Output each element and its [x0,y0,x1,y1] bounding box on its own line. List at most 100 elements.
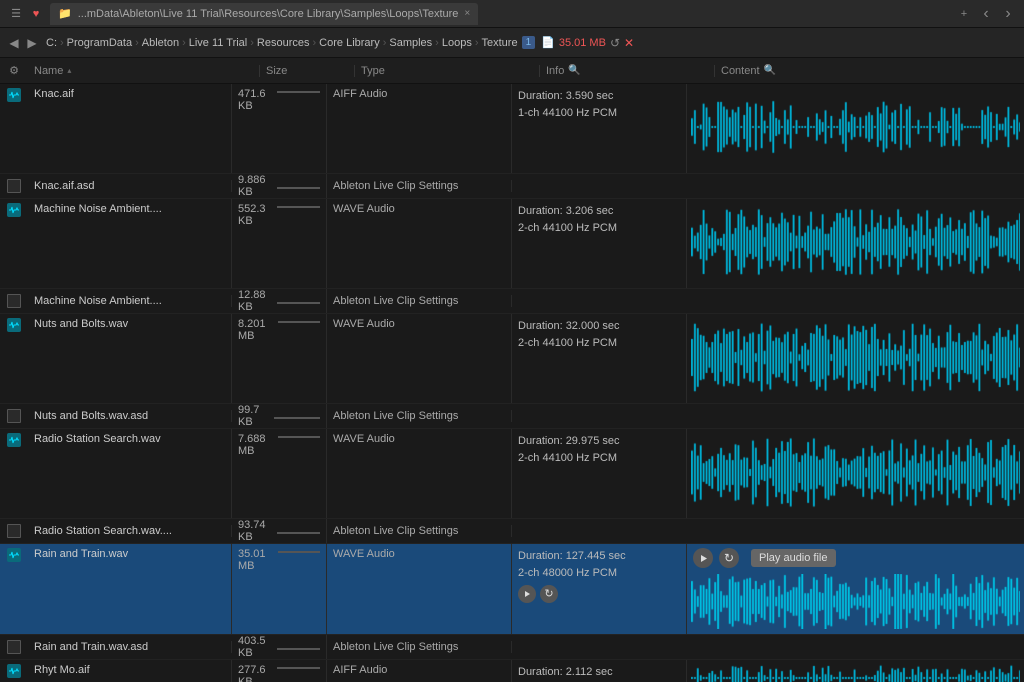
file-type: Ableton Live Clip Settings [327,525,512,537]
file-content [687,429,1024,518]
file-name: Radio Station Search.wav.... [28,525,232,537]
file-size: 12.88 KB [232,289,327,313]
menu-icon[interactable]: ☰ [8,6,24,22]
nav-back-icon[interactable]: ‹ [978,6,994,22]
table-row[interactable]: Knac.aif.asd9.886 KBAbleton Live Clip Se… [0,174,1024,199]
bc-resources[interactable]: Resources [257,37,310,49]
file-name: Knac.aif [28,84,232,173]
bc-samples[interactable]: Samples [389,37,432,49]
name-column-header[interactable]: Name ▴ [28,65,260,77]
size-icon: 📄 [541,36,555,49]
file-info: Duration: 127.445 sec2-ch 48000 Hz PCM↻ [512,544,687,634]
file-info: Duration: 3.590 sec1-ch 44100 Hz PCM [512,84,687,173]
item-count: 1 [522,36,536,49]
size-column-header[interactable]: Size [260,65,355,77]
content-column-header[interactable]: Content 🔍 [715,65,1024,77]
size-bar [277,667,320,669]
file-type: Ableton Live Clip Settings [327,295,512,307]
file-size: 99.7 KB [232,404,327,428]
file-size: 7.688 MB [232,429,327,518]
file-type: Ableton Live Clip Settings [327,641,512,653]
file-name: Rain and Train.wav [28,544,232,634]
settings-icon[interactable]: ⚙ [0,64,28,77]
playback-controls: ↻ [518,585,680,603]
info-column-header[interactable]: Info 🔍 [540,65,715,77]
file-content [687,84,1024,173]
file-name: Rain and Train.wav.asd [28,641,232,653]
file-name: Machine Noise Ambient.... [28,295,232,307]
sort-asc-icon: ▴ [67,66,71,75]
file-content [687,199,1024,288]
clip-settings-icon [7,640,21,654]
nav-forward-icon[interactable]: › [1000,6,1016,22]
table-row[interactable]: Nuts and Bolts.wav.asd99.7 KBAbleton Liv… [0,404,1024,429]
folder-size: 35.01 MB [559,37,606,49]
bc-live11trial[interactable]: Live 11 Trial [189,37,248,49]
type-column-header[interactable]: Type [355,65,540,77]
file-type: AIFF Audio [327,84,512,173]
bc-loops[interactable]: Loops [442,37,472,49]
file-size: 9.886 KB [232,174,327,198]
table-row[interactable]: Nuts and Bolts.wav8.201 MBWAVE AudioDura… [0,314,1024,404]
table-row[interactable]: Radio Station Search.wav....93.74 KBAble… [0,519,1024,544]
tab-close-icon[interactable]: × [464,8,470,19]
waveform-display [687,661,1024,682]
selected-content: ↻ Play audio file [687,544,1024,634]
file-info: Duration: 32.000 sec2-ch 44100 Hz PCM [512,314,687,403]
bc-programdata[interactable]: ProgramData [67,37,132,49]
back-button[interactable]: ◀ [6,35,22,51]
table-row[interactable]: Knac.aif471.6 KBAIFF AudioDuration: 3.59… [0,84,1024,174]
wave-audio-icon [7,203,21,217]
file-size: 35.01 MB [232,544,327,634]
content-search-icon[interactable]: 🔍 [764,65,776,76]
waveform-controls: ↻ Play audio file [687,544,1024,572]
refresh-button[interactable]: ↺ [610,36,620,50]
wave-audio-icon [7,664,21,678]
table-row[interactable]: Machine Noise Ambient....12.88 KBAbleton… [0,289,1024,314]
forward-button[interactable]: ▶ [24,35,40,51]
table-row[interactable]: Rhyt Mo.aif277.6 KBAIFF AudioDuration: 2… [0,660,1024,682]
file-content [687,314,1024,403]
heart-icon[interactable]: ♥ [28,6,44,22]
info-search-icon[interactable]: 🔍 [568,65,580,76]
table-row[interactable]: Rain and Train.wav35.01 MBWAVE AudioDura… [0,544,1024,635]
size-bar [277,532,320,534]
table-row[interactable]: Machine Noise Ambient....552.3 KBWAVE Au… [0,199,1024,289]
file-type: AIFF Audio [327,660,512,682]
file-tab[interactable]: 📁 ...mData\Ableton\Live 11 Trial\Resourc… [50,3,478,25]
clip-settings-icon [7,294,21,308]
size-bar [277,648,320,650]
size-bar [277,206,320,208]
bc-corelibrary[interactable]: Core Library [319,37,380,49]
clip-settings-icon [7,409,21,423]
waveform-loop-button[interactable]: ↻ [719,548,739,568]
play-audio-file-button[interactable]: Play audio file [751,549,836,567]
file-name: Radio Station Search.wav [28,429,232,518]
title-bar-right: + ‹ › [956,6,1016,22]
clip-settings-icon [7,179,21,193]
file-type: WAVE Audio [327,544,512,634]
size-bar [277,187,320,189]
file-type: Ableton Live Clip Settings [327,180,512,192]
play-button[interactable] [518,585,536,603]
file-size: 8.201 MB [232,314,327,403]
title-bar-icons: ☰ ♥ [8,6,44,22]
loop-button[interactable]: ↻ [540,585,558,603]
file-name: Nuts and Bolts.wav [28,314,232,403]
waveform-play-button[interactable] [693,548,713,568]
waveform-display [687,572,1024,634]
table-row[interactable]: Rain and Train.wav.asd403.5 KBAbleton Li… [0,635,1024,660]
table-row[interactable]: Radio Station Search.wav7.688 MBWAVE Aud… [0,429,1024,519]
file-name: Nuts and Bolts.wav.asd [28,410,232,422]
clip-settings-icon [7,524,21,538]
bc-texture[interactable]: Texture [482,37,518,49]
bc-ableton[interactable]: Ableton [142,37,179,49]
file-type: Ableton Live Clip Settings [327,410,512,422]
waveform-display [687,203,1024,284]
close-folder-button[interactable]: ✕ [624,36,634,50]
add-tab-icon[interactable]: + [956,6,972,22]
file-size: 471.6 KB [232,84,327,173]
file-list: Knac.aif471.6 KBAIFF AudioDuration: 3.59… [0,84,1024,682]
bc-drive[interactable]: C: [46,37,57,49]
file-info: Duration: 29.975 sec2-ch 44100 Hz PCM [512,429,687,518]
